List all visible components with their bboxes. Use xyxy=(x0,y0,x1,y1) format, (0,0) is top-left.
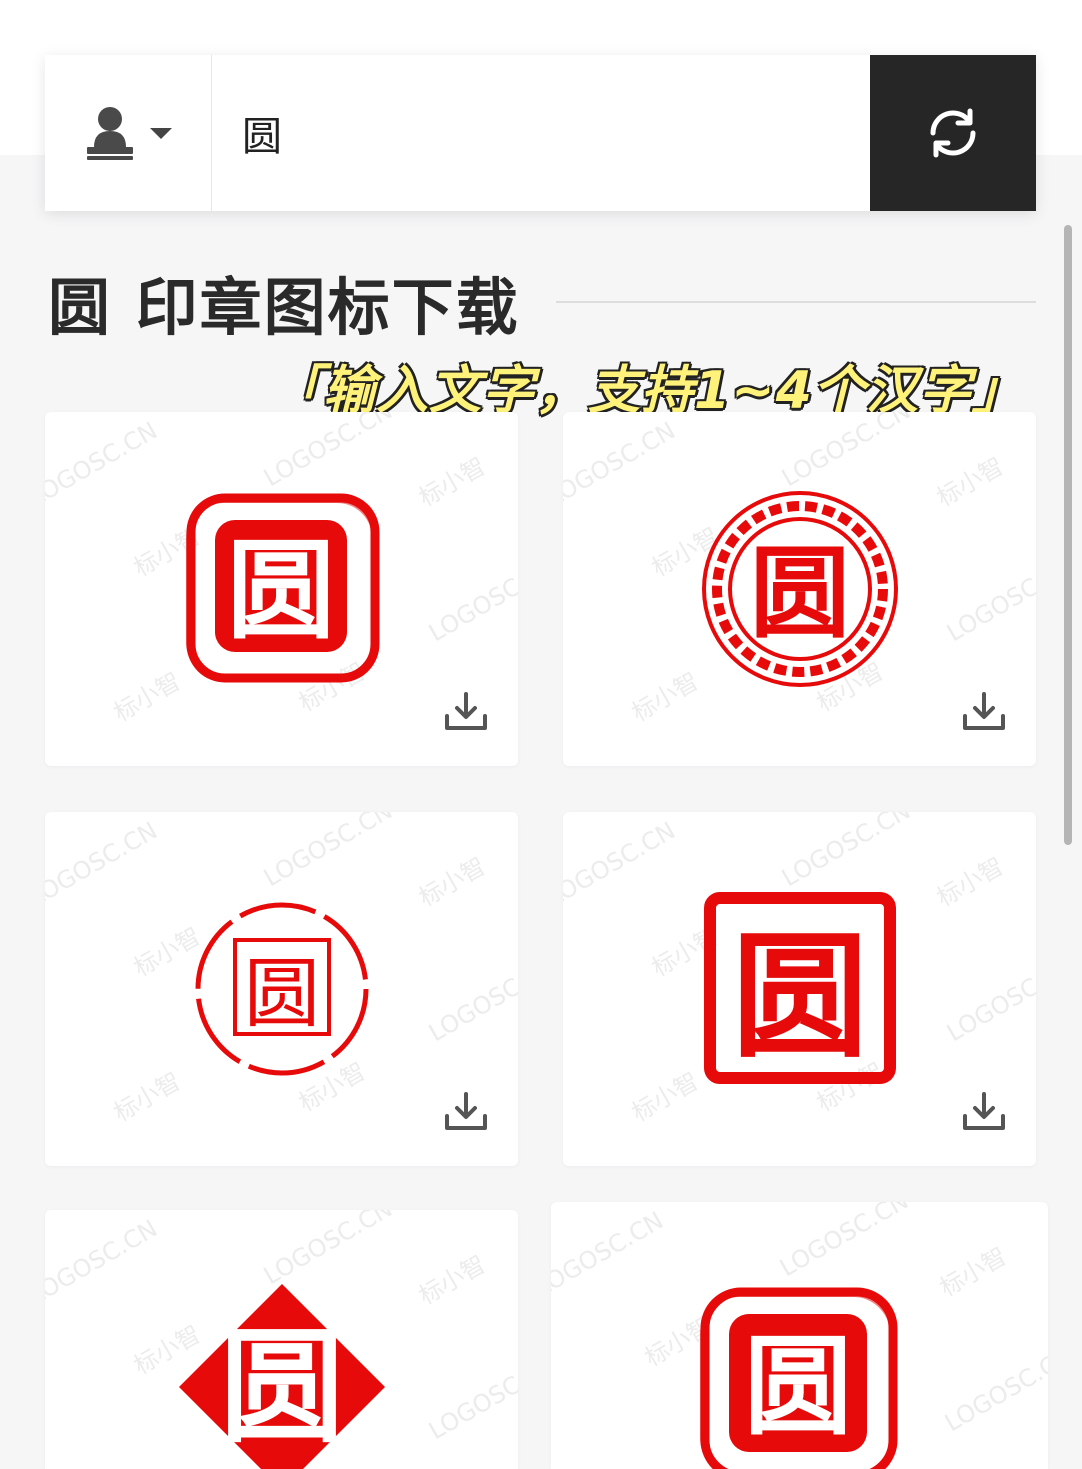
svg-text:LOGOSC.CN: LOGOSC.CN xyxy=(942,951,1036,1047)
svg-text:圆: 圆 xyxy=(220,1315,344,1460)
refresh-button[interactable] xyxy=(870,55,1036,211)
stamp-user-icon xyxy=(87,107,133,160)
svg-text:LOGOSC.CN: LOGOSC.CN xyxy=(45,416,162,512)
svg-text:LOGOSC.CN: LOGOSC.CN xyxy=(424,1349,518,1445)
stamp-type-dropdown[interactable] xyxy=(45,55,212,211)
download-icon[interactable] xyxy=(961,1090,1007,1134)
svg-text:LOGOSC.CN: LOGOSC.CN xyxy=(424,951,518,1047)
svg-text:标小智: 标小智 xyxy=(935,1242,1011,1302)
svg-text:LOGOSC.CN: LOGOSC.CN xyxy=(551,1206,668,1302)
svg-text:LOGOSC.CN: LOGOSC.CN xyxy=(777,812,915,892)
svg-text:圆: 圆 xyxy=(732,917,868,1077)
seal-image: 圆 xyxy=(704,892,896,1084)
svg-text:标小智: 标小智 xyxy=(414,452,490,512)
svg-text:标小智: 标小智 xyxy=(414,1250,490,1310)
svg-text:标小智: 标小智 xyxy=(627,667,703,727)
svg-text:LOGOSC.CN: LOGOSC.CN xyxy=(777,412,915,492)
svg-text:LOGOSC.CN: LOGOSC.CN xyxy=(942,551,1036,647)
seal-card[interactable]: LOGOSC.CN LOGOSC.CN LOGOSC.CN 标小智 标小智 标小… xyxy=(45,812,518,1166)
svg-text:LOGOSC.CN: LOGOSC.CN xyxy=(45,1214,162,1310)
stamp-text-input[interactable] xyxy=(212,55,870,211)
seal-image: 圆 xyxy=(702,491,898,687)
svg-text:标小智: 标小智 xyxy=(109,1067,185,1127)
seal-image: 圆 xyxy=(186,493,380,683)
svg-text:标小智: 标小智 xyxy=(414,852,490,912)
seal-image: 圆 xyxy=(195,902,369,1076)
seal-image: 圆 xyxy=(179,1284,385,1469)
search-bar xyxy=(45,55,1036,211)
svg-text:标小智: 标小智 xyxy=(627,1067,703,1127)
seal-card[interactable]: LOGOSC.CN LOGOSC.CN LOGOSC.CN 标小智 标小智 标小… xyxy=(45,412,518,766)
caret-down-icon xyxy=(150,127,172,139)
svg-text:圆: 圆 xyxy=(244,949,320,1038)
svg-text:LOGOSC.CN: LOGOSC.CN xyxy=(563,416,680,512)
section-title-row: 圆 印章图标下载 xyxy=(48,262,1036,344)
svg-text:LOGOSC.CN: LOGOSC.CN xyxy=(45,816,162,912)
download-icon[interactable] xyxy=(961,690,1007,734)
svg-text:LOGOSC.CN: LOGOSC.CN xyxy=(775,1202,913,1282)
seal-image: 圆 xyxy=(700,1287,898,1469)
svg-text:标小智: 标小智 xyxy=(109,667,185,727)
svg-text:LOGOSC.CN: LOGOSC.CN xyxy=(563,816,680,912)
svg-text:LOGOSC.CN: LOGOSC.CN xyxy=(259,412,397,492)
svg-text:LOGOSC.CN: LOGOSC.CN xyxy=(259,1210,397,1290)
svg-text:圆: 圆 xyxy=(744,1324,852,1450)
seal-card[interactable]: LOGOSC.CN LOGOSC.CN LOGOSC.CN 标小智 标小智 标小… xyxy=(563,812,1036,1166)
svg-text:标小智: 标小智 xyxy=(932,852,1008,912)
download-icon[interactable] xyxy=(443,690,489,734)
page-title: 圆 印章图标下载 xyxy=(48,271,520,344)
svg-text:标小智: 标小智 xyxy=(932,452,1008,512)
seal-card[interactable]: LOGOSC.CN LOGOSC.CN LOGOSC.CN 标小智 标小智 圆 xyxy=(45,1210,518,1469)
download-icon[interactable] xyxy=(443,1090,489,1134)
svg-text:圆: 圆 xyxy=(227,528,335,654)
hint-caption: 「输入文字，支持1~4个汉字」 xyxy=(270,361,1025,421)
seal-card[interactable]: LOGOSC.CN LOGOSC.CN LOGOSC.CN 标小智 标小智 圆 xyxy=(551,1202,1048,1469)
svg-text:LOGOSC.CN: LOGOSC.CN xyxy=(259,812,397,892)
refresh-icon xyxy=(930,108,976,158)
seal-card[interactable]: LOGOSC.CN LOGOSC.CN LOGOSC.CN 标小智 标小智 标小… xyxy=(563,412,1036,766)
svg-text:圆: 圆 xyxy=(750,534,850,652)
scrollbar[interactable] xyxy=(1064,225,1072,845)
title-divider xyxy=(555,301,1036,303)
svg-text:LOGOSC.CN: LOGOSC.CN xyxy=(940,1341,1048,1437)
svg-text:LOGOSC.CN: LOGOSC.CN xyxy=(424,551,518,647)
